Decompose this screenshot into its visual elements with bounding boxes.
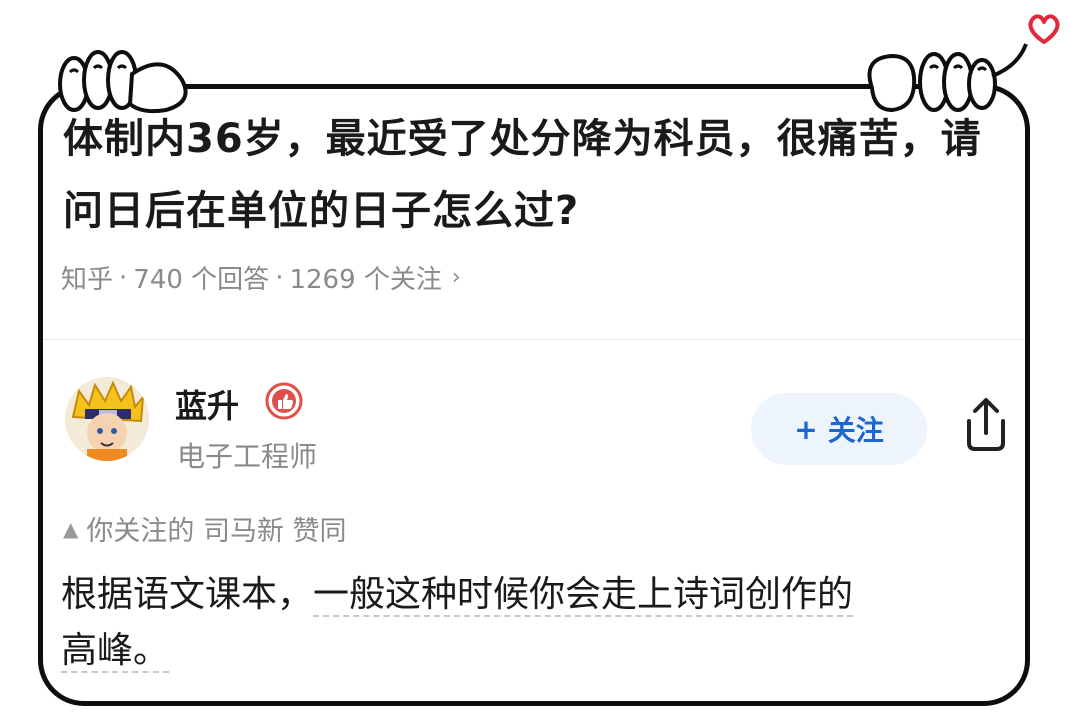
heart-icon — [1026, 12, 1062, 50]
chevron-right-icon: › — [451, 265, 461, 290]
follow-label: 关注 — [827, 414, 884, 447]
share-icon[interactable] — [961, 395, 1011, 453]
meta-answers-count: 740 个回答 — [133, 265, 270, 295]
meta-followers-count: 1269 个关注 — [289, 265, 442, 295]
liked-by-notice: ▲ 你关注的 司马新 赞同 — [63, 509, 347, 548]
question-meta[interactable]: 知乎 · 740 个回答 · 1269 个关注 › — [61, 259, 461, 296]
answer-text[interactable]: 根据语文课本，一般这种时候你会走上诗词创作的 高峰。 — [61, 567, 1011, 679]
meta-source: 知乎 — [61, 265, 114, 295]
meta-separator: · — [119, 262, 128, 293]
triangle-up-icon: ▲ — [63, 516, 79, 541]
badge-icon — [265, 382, 303, 420]
liked-by-text: 你关注的 司马新 赞同 — [86, 516, 347, 547]
answer-text-part2: 一般这种时候你会走上诗词创作的 — [313, 574, 854, 617]
avatar[interactable] — [65, 377, 149, 461]
divider — [43, 339, 1025, 340]
hand-icon — [44, 44, 194, 128]
meta-separator: · — [275, 262, 284, 293]
answer-text-part1: 根据语文课本， — [61, 574, 314, 615]
follow-button[interactable]: + 关注 — [751, 393, 927, 465]
author-description: 电子工程师 — [177, 440, 318, 473]
plus-icon: + — [794, 412, 818, 446]
answer-text-part3: 高峰。 — [61, 630, 170, 673]
author-name[interactable]: 蓝升 — [175, 381, 239, 427]
hand-icon — [852, 38, 1032, 132]
card-frame: 体制内36岁，最近受了处分降为科员，很痛苦，请问日后在单位的日子怎么过? 知乎 … — [38, 84, 1030, 706]
